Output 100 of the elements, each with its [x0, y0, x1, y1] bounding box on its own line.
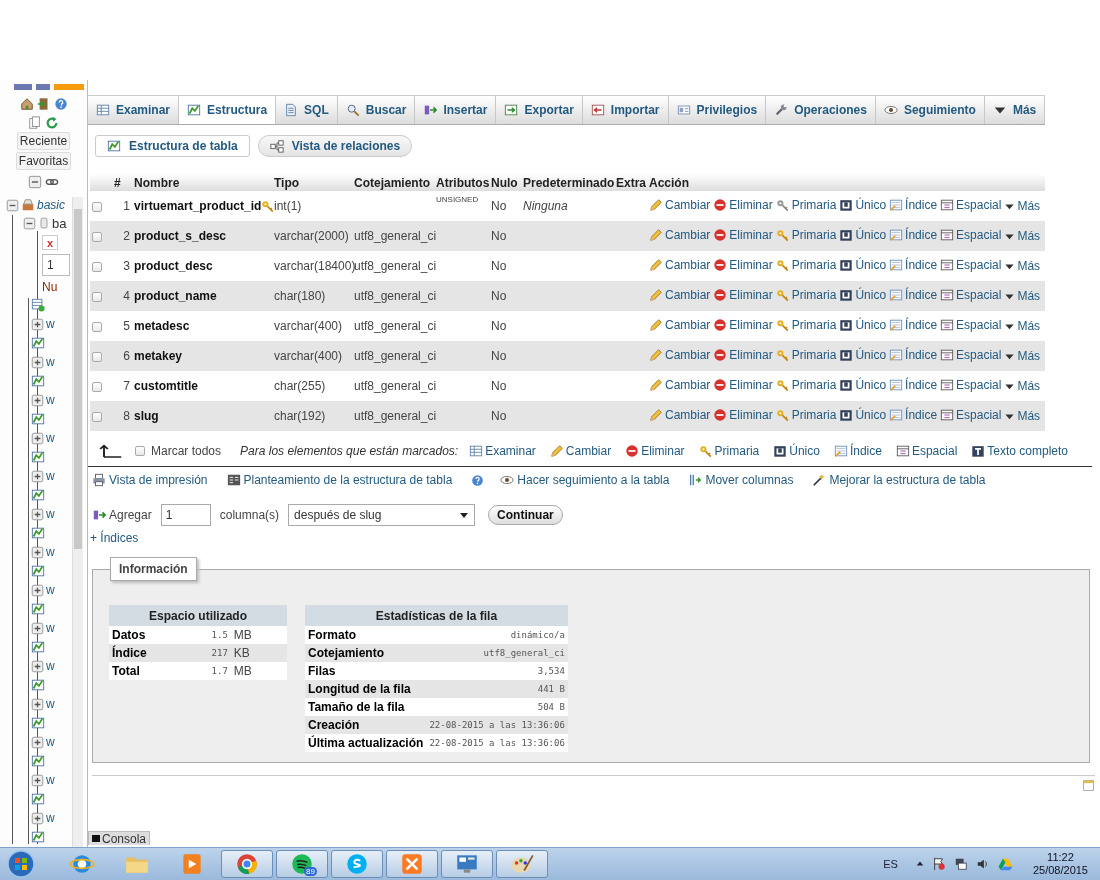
- action-link[interactable]: Eliminar: [713, 227, 773, 242]
- action-link[interactable]: Único: [839, 377, 887, 392]
- tab[interactable]: Exportar: [496, 96, 583, 124]
- action-link[interactable]: Cambiar: [649, 257, 711, 272]
- action-link[interactable]: Eliminar: [713, 287, 773, 302]
- action-link[interactable]: Más: [1004, 379, 1041, 393]
- tree-item[interactable]: w: [46, 317, 55, 331]
- tree-item[interactable]: w: [46, 583, 55, 597]
- action-link[interactable]: Eliminar: [713, 197, 773, 212]
- bulk-action-link[interactable]: Examinar: [469, 444, 536, 458]
- bulk-action-link[interactable]: Índice: [833, 444, 882, 458]
- sidebar-button[interactable]: Reciente: [16, 132, 71, 150]
- action-link[interactable]: Único: [839, 227, 887, 242]
- action-link[interactable]: Índice: [889, 287, 938, 302]
- action-link[interactable]: Más: [1004, 349, 1041, 363]
- action-link[interactable]: Único: [839, 257, 887, 272]
- tree-item[interactable]: w: [46, 431, 55, 445]
- action-link[interactable]: Más: [1004, 289, 1041, 303]
- position-dropdown[interactable]: después de slug: [288, 504, 476, 526]
- tree-item[interactable]: w: [46, 697, 55, 711]
- action-link[interactable]: Índice: [889, 317, 938, 332]
- action-link[interactable]: Mover columnas: [688, 473, 794, 487]
- action-link[interactable]: Cambiar: [649, 287, 711, 302]
- action-link[interactable]: Primaria: [775, 227, 837, 242]
- action-link[interactable]: Cambiar: [649, 407, 711, 422]
- subtab[interactable]: Vista de relaciones: [257, 135, 413, 157]
- action-link[interactable]: Eliminar: [713, 257, 773, 272]
- action-link[interactable]: Vista de impresión: [92, 473, 208, 487]
- tree-item[interactable]: w: [46, 469, 55, 483]
- tab[interactable]: Operaciones: [766, 96, 876, 124]
- action-link[interactable]: Más: [1004, 199, 1041, 213]
- action-link[interactable]: Planteamiento de la estructura de tabla: [226, 473, 453, 487]
- new-item-link[interactable]: Nu: [42, 280, 58, 294]
- action-link[interactable]: Más: [1004, 259, 1041, 273]
- tab[interactable]: Importar: [582, 96, 669, 124]
- action-link[interactable]: Índice: [889, 197, 938, 212]
- action-link[interactable]: Más: [1004, 229, 1041, 243]
- indexes-link[interactable]: + Índices: [90, 531, 139, 545]
- action-link[interactable]: Espacial: [940, 227, 1002, 242]
- action-link[interactable]: Primaria: [775, 197, 837, 212]
- tree-item[interactable]: w: [46, 811, 55, 825]
- tree-item[interactable]: w: [46, 735, 55, 749]
- tree-item[interactable]: w: [46, 621, 55, 635]
- taskbar-app[interactable]: 89: [276, 850, 328, 878]
- tab[interactable]: SQL: [276, 96, 338, 124]
- action-link[interactable]: Único: [839, 287, 887, 302]
- tab[interactable]: Buscar: [337, 96, 416, 124]
- language-indicator[interactable]: ES: [883, 858, 898, 870]
- action-link[interactable]: Espacial: [940, 407, 1002, 422]
- sidebar-button[interactable]: Favoritas: [15, 152, 72, 170]
- tab[interactable]: Privilegios: [668, 96, 767, 124]
- action-link[interactable]: Espacial: [940, 377, 1002, 392]
- action-link[interactable]: Espacial: [940, 347, 1002, 362]
- action-link[interactable]: Más: [1004, 409, 1041, 423]
- action-link[interactable]: Cambiar: [649, 197, 711, 212]
- tab[interactable]: Estructura: [179, 96, 277, 124]
- action-link[interactable]: Cambiar: [649, 317, 711, 332]
- tree-item[interactable]: basic: [37, 198, 65, 212]
- bulk-action-link[interactable]: Cambiar: [549, 444, 612, 458]
- clear-filter-button[interactable]: x: [42, 235, 58, 250]
- action-link[interactable]: Único: [839, 407, 887, 422]
- tree-item[interactable]: ba: [52, 215, 67, 231]
- action-link[interactable]: Primaria: [775, 317, 837, 332]
- bulk-action-link[interactable]: Espacial: [895, 444, 958, 458]
- tree-item[interactable]: w: [46, 545, 55, 559]
- action-link[interactable]: Único: [839, 347, 887, 362]
- tab[interactable]: Seguimiento: [875, 96, 985, 124]
- action-link[interactable]: Espacial: [940, 197, 1002, 212]
- action-link[interactable]: Espacial: [940, 257, 1002, 272]
- bulk-action-link[interactable]: Texto completo: [971, 444, 1068, 458]
- action-link[interactable]: Cambiar: [649, 227, 711, 242]
- action-link[interactable]: Primaria: [775, 347, 837, 362]
- check-all-checkbox[interactable]: Marcar todos: [135, 444, 222, 458]
- action-link[interactable]: Primaria: [775, 287, 837, 302]
- page-field[interactable]: 1: [42, 254, 70, 276]
- action-link[interactable]: Primaria: [775, 377, 837, 392]
- action-link[interactable]: Primaria: [775, 257, 837, 272]
- action-link[interactable]: Índice: [889, 227, 938, 242]
- bulk-action-link[interactable]: Único: [773, 444, 820, 458]
- action-link[interactable]: Cambiar: [649, 347, 711, 362]
- action-link[interactable]: Único: [839, 197, 887, 212]
- action-link[interactable]: Primaria: [775, 407, 837, 422]
- action-link[interactable]: Cambiar: [649, 377, 711, 392]
- action-link[interactable]: Eliminar: [713, 317, 773, 332]
- action-link[interactable]: Más: [1004, 319, 1041, 333]
- action-link[interactable]: Espacial: [940, 287, 1002, 302]
- action-link[interactable]: Mejorar la estructura de tabla: [812, 473, 986, 487]
- action-link[interactable]: Eliminar: [713, 377, 773, 392]
- clock-date[interactable]: 25/08/2015: [1032, 864, 1088, 877]
- action-link[interactable]: Índice: [889, 377, 938, 392]
- action-link[interactable]: Hacer seguimiento a la tabla: [500, 473, 670, 487]
- action-link[interactable]: Eliminar: [713, 407, 773, 422]
- tree-item[interactable]: w: [46, 355, 55, 369]
- action-link[interactable]: Índice: [889, 257, 938, 272]
- subtab[interactable]: Estructura de tabla: [95, 135, 250, 157]
- action-link[interactable]: Eliminar: [713, 347, 773, 362]
- action-link[interactable]: Único: [839, 317, 887, 332]
- tree-item[interactable]: w: [46, 659, 55, 673]
- action-link[interactable]: Índice: [889, 347, 938, 362]
- continue-button[interactable]: Continuar: [488, 505, 563, 525]
